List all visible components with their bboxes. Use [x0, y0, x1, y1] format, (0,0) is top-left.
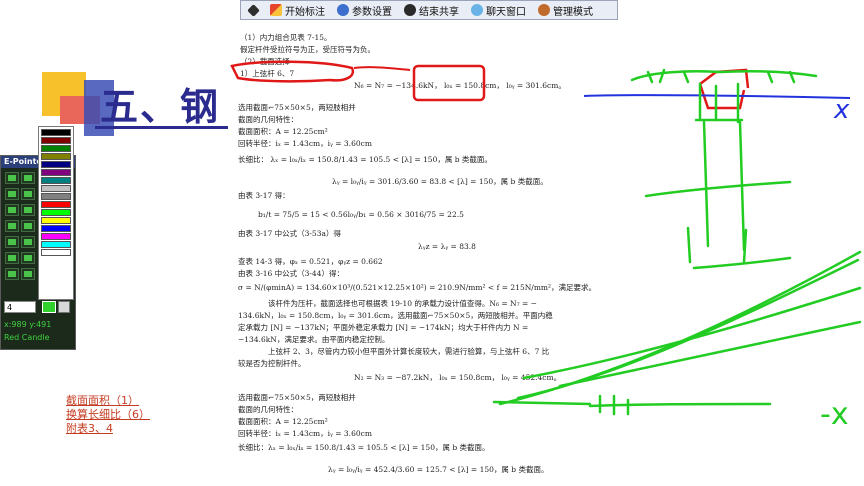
red-box-annotation — [412, 64, 486, 102]
green-section-sketch — [630, 68, 818, 270]
red-underline-annotation — [353, 66, 411, 71]
red-hat-annotation — [698, 68, 750, 110]
green-truss-sketch — [492, 250, 862, 416]
blue-axis-label: x — [833, 95, 850, 125]
red-circle-annotation — [230, 60, 355, 83]
green-axis-label: -x — [820, 397, 849, 432]
ink-annotations-layer: x -x — [230, 60, 862, 432]
